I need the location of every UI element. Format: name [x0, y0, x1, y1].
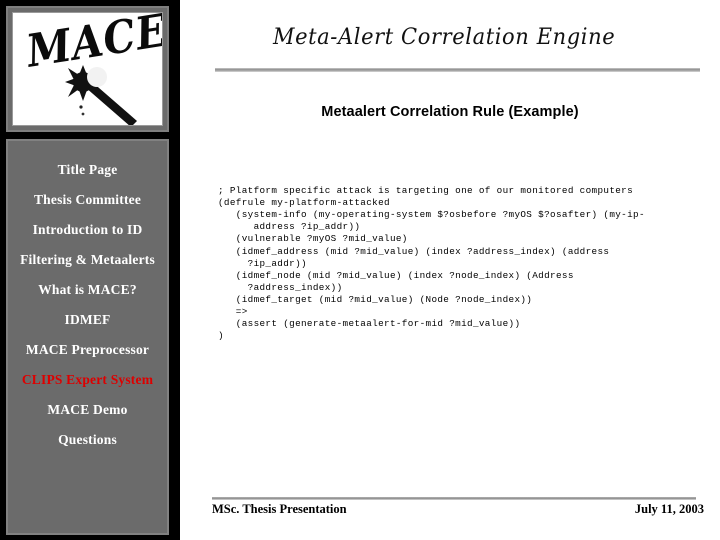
sidebar-item-mace-preprocessor[interactable]: MACE Preprocessor: [8, 335, 167, 365]
header-divider: [215, 68, 700, 72]
sidebar-item-clips-expert-system[interactable]: CLIPS Expert System: [8, 365, 167, 395]
sidebar-item-mace-demo[interactable]: MACE Demo: [8, 395, 167, 425]
sidebar-item-title-page[interactable]: Title Page: [8, 155, 167, 185]
footer-date: July 11, 2003: [634, 502, 704, 516]
slide-main-area: Meta-Alert Correlation Engine Metaalert …: [180, 0, 720, 540]
page-title: Metaalert Correlation Rule (Example): [321, 104, 579, 120]
mace-logo: MACE: [12, 12, 163, 126]
sidebar: MACE Title Page Thesis Committee Introdu…: [0, 0, 180, 540]
mace-weapon-icon: [65, 65, 137, 125]
sidebar-item-filtering-metaalerts[interactable]: Filtering & Metaalerts: [8, 245, 167, 275]
clips-rule-code: ; Platform specific attack is targeting …: [218, 185, 645, 341]
sidebar-item-introduction-to-id[interactable]: Introduction to ID: [8, 215, 167, 245]
logo-frame: MACE: [6, 6, 169, 132]
slide-navigation: Title Page Thesis Committee Introduction…: [6, 139, 169, 535]
sidebar-item-thesis-committee[interactable]: Thesis Committee: [8, 185, 167, 215]
footer-divider: [212, 497, 696, 500]
sidebar-item-questions[interactable]: Questions: [8, 425, 167, 455]
sidebar-item-idmef[interactable]: IDMEF: [8, 305, 167, 335]
presentation-banner-title: Meta-Alert Correlation Engine: [273, 24, 616, 50]
sidebar-item-what-is-mace[interactable]: What is MACE?: [8, 275, 167, 305]
footer-presentation-label: MSc. Thesis Presentation: [212, 502, 347, 516]
